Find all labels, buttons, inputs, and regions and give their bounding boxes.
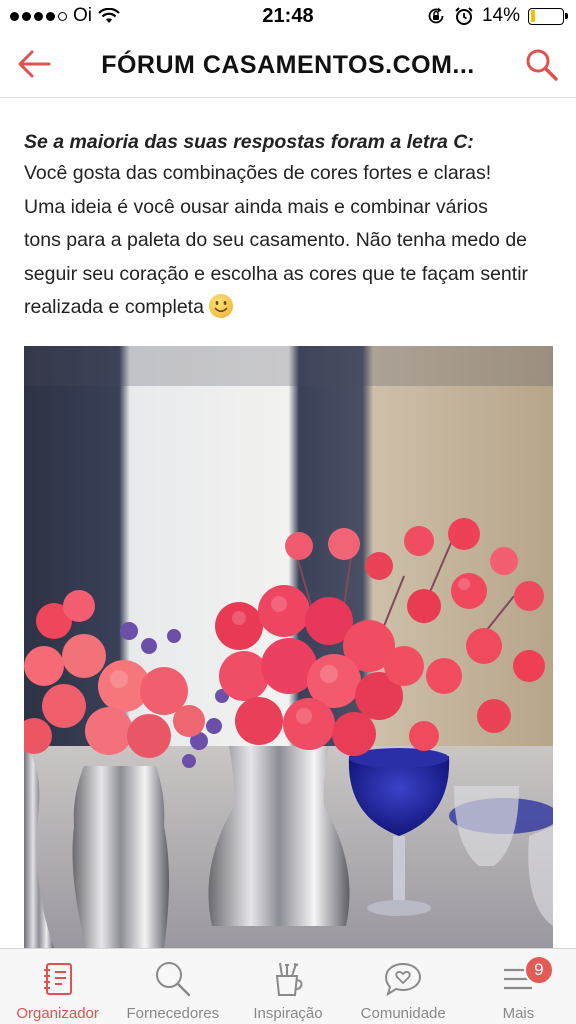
back-button[interactable] xyxy=(14,46,54,82)
search-button[interactable] xyxy=(522,45,562,85)
battery-icon xyxy=(528,7,568,25)
post-line: seguir seu coração e escolha as cores qu… xyxy=(24,262,529,285)
post-content: Se a maioria das suas respostas foram a … xyxy=(24,128,554,325)
flower-arrangement-image xyxy=(24,346,553,948)
rotation-lock-icon xyxy=(428,7,444,24)
brush-cup-icon xyxy=(268,959,308,999)
tab-label: Comunidade xyxy=(360,1005,446,1022)
tab-fornecedores[interactable]: Fornecedores xyxy=(115,949,230,1024)
nav-bar: FÓRUM CASAMENTOS.COM... xyxy=(0,32,576,98)
battery-percent: 14% xyxy=(481,5,520,26)
notification-badge: 9 xyxy=(523,955,554,985)
tab-inspiracao[interactable]: Inspiração xyxy=(230,949,345,1024)
tab-label: Mais xyxy=(502,1005,535,1022)
status-right: 14% xyxy=(426,0,568,32)
post-body: Você gosta das combinações de cores fort… xyxy=(24,157,554,325)
search-icon xyxy=(526,49,558,81)
tab-organizador[interactable]: Organizador xyxy=(0,949,115,1024)
tab-label: Organizador xyxy=(16,1005,99,1022)
back-arrow-icon xyxy=(18,50,51,78)
tab-label: Fornecedores xyxy=(126,1005,220,1022)
alarm-icon xyxy=(455,7,473,25)
planner-book-icon xyxy=(38,959,78,999)
battery-level-fill xyxy=(530,10,535,22)
post-line: Você gosta das combinações de cores fort… xyxy=(24,162,492,184)
page-title: FÓRUM CASAMENTOS.COM... xyxy=(101,50,475,79)
post-heading: Se a maioria das suas respostas foram a … xyxy=(24,131,474,153)
tab-bar: Organizador Fornecedores Inspiração Comu… xyxy=(0,948,576,1024)
status-bar: Oi 21:48 14% xyxy=(0,0,576,32)
post-image xyxy=(24,346,553,948)
chat-heart-icon xyxy=(383,959,423,999)
post-line-last: realizada e completa xyxy=(24,291,554,325)
post-line: Uma ideia é você ousar ainda mais e comb… xyxy=(24,195,488,218)
tab-mais[interactable]: Mais 9 xyxy=(461,949,576,1024)
search-icon xyxy=(153,959,193,999)
post-line: tons para a paleta do seu casamento. Não… xyxy=(24,229,528,251)
post-line: realizada e completa xyxy=(24,296,204,318)
smiley-face-icon xyxy=(208,294,233,318)
tab-comunidade[interactable]: Comunidade xyxy=(346,949,461,1024)
tab-label: Inspiração xyxy=(253,1005,323,1022)
